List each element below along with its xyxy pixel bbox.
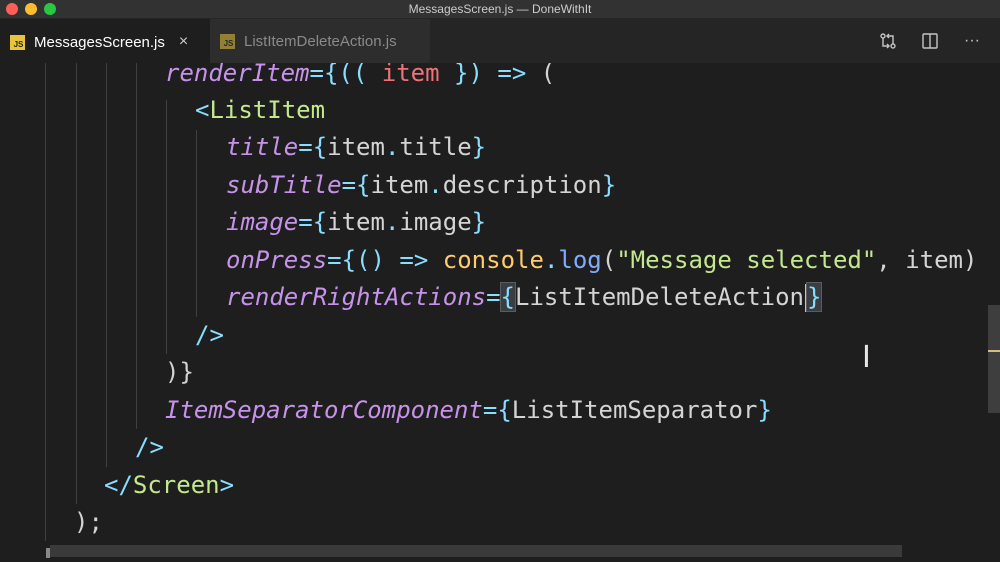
tab-list-item-delete-action[interactable]: JS ListItemDeleteAction.js	[210, 19, 430, 63]
code-line: <ListItem	[195, 96, 326, 124]
code-line: renderItem={(( item }) => (	[165, 63, 556, 87]
vertical-scrollbar[interactable]	[988, 305, 1000, 413]
horizontal-scrollbar[interactable]	[50, 545, 902, 557]
code-line: />	[195, 321, 224, 349]
window-title: MessagesScreen.js — DoneWithIt	[408, 2, 592, 16]
code-line: subTitle={item.description}	[226, 171, 617, 199]
code-line: ItemSeparatorComponent={ListItemSeparato…	[165, 396, 772, 424]
code-line: image={item.image}	[226, 208, 487, 236]
gutter-marker	[46, 548, 50, 558]
editor-tab-bar: JS MessagesScreen.js × JS ListItemDelete…	[0, 19, 1000, 63]
indent-guide	[196, 130, 197, 317]
git-compare-icon[interactable]	[878, 31, 898, 51]
tab-label: MessagesScreen.js	[34, 33, 165, 51]
code-line: )}	[165, 358, 194, 386]
indent-guide	[76, 63, 77, 504]
code-line: renderRightActions={ListItemDeleteAction…	[226, 282, 823, 312]
code-line: />	[135, 433, 164, 461]
scrollbar-cursor-marker	[988, 350, 1000, 352]
split-editor-icon[interactable]	[920, 31, 940, 51]
indent-guide	[45, 63, 46, 541]
ibeam-cursor-icon: I	[862, 340, 871, 375]
code-line: onPress={() => console.log("Message sele…	[226, 246, 978, 274]
close-icon[interactable]: ×	[179, 33, 188, 51]
indent-guide	[136, 63, 137, 429]
tab-messages-screen[interactable]: JS MessagesScreen.js ×	[0, 19, 210, 63]
code-editor[interactable]: renderItem={(( item }) => ( <ListItem ti…	[0, 63, 1000, 562]
js-file-icon: JS	[10, 34, 25, 50]
indent-guide	[166, 100, 167, 354]
js-file-icon: JS	[220, 33, 235, 49]
code-line: );	[74, 508, 103, 536]
title-bar: MessagesScreen.js — DoneWithIt	[0, 0, 1000, 19]
more-actions-icon[interactable]: ···	[962, 31, 982, 51]
code-line: </Screen>	[104, 471, 235, 499]
code-line: title={item.title}	[226, 133, 487, 161]
editor-actions: ···	[878, 19, 982, 63]
tab-label: ListItemDeleteAction.js	[244, 32, 397, 50]
indent-guide	[106, 63, 107, 467]
